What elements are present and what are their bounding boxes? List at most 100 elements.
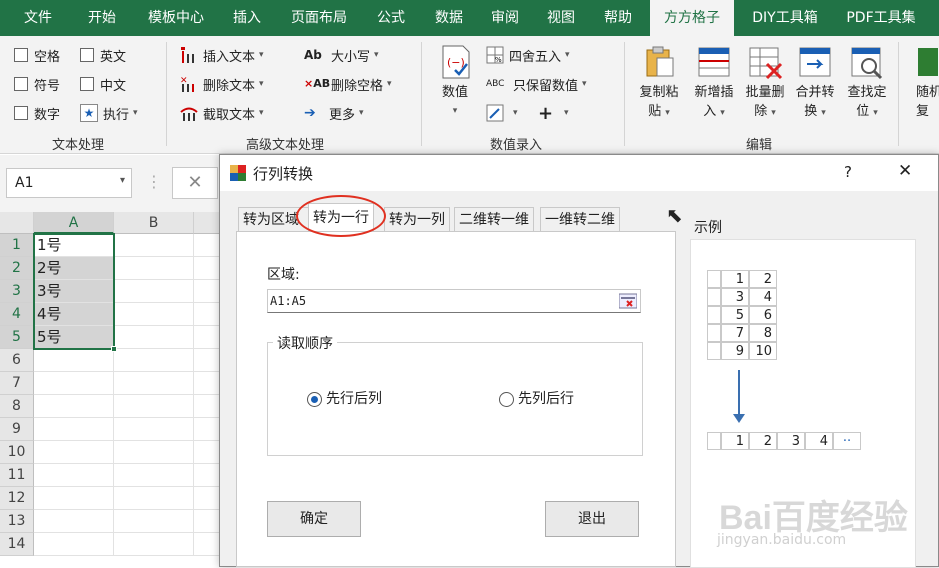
help-button[interactable]: ? [844,163,852,181]
row-header[interactable]: 14 [0,533,34,556]
plus-dropdown[interactable]: ▾ [560,102,569,124]
batch-delete-button[interactable]: 批量删除 ▾ [740,44,790,123]
ribbon-tab-bar: 文件 开始 模板中心 插入 页面布局 公式 数据 审阅 视图 帮助 方方格子 D… [0,0,939,36]
cell-b[interactable] [114,326,194,349]
delete-space-button[interactable]: ×AB 删除空格 ▾ [304,73,392,95]
cell-b[interactable] [114,234,194,257]
keep-value-button[interactable]: ABC 只保留数值 ▾ [486,73,587,95]
close-button[interactable]: ✕ [898,161,912,181]
radio-column-first[interactable]: 先列后行 [499,388,574,408]
row-header[interactable]: 5 [0,326,34,349]
cell-a[interactable] [34,487,114,510]
check-space[interactable]: 空格 [14,44,60,66]
round-button[interactable]: % 四舍五入 ▾ [486,44,570,66]
check-number[interactable]: 数字 [14,102,60,124]
exit-button[interactable]: 退出 [545,501,639,537]
cut-text-icon [180,104,198,122]
cell-b[interactable] [114,533,194,556]
tab-pdf-tools[interactable]: PDF工具集 [836,0,926,36]
tab-to-one-column[interactable]: 转为一列 [384,207,450,231]
row-header[interactable]: 7 [0,372,34,395]
row-header[interactable]: 1 [0,234,34,257]
cell-a[interactable] [34,510,114,533]
row-header[interactable]: 4 [0,303,34,326]
find-locate-button[interactable]: 查找定位 ▾ [842,44,892,123]
row-header[interactable]: 12 [0,487,34,510]
row-header[interactable]: 3 [0,280,34,303]
merge-convert-icon [797,44,833,80]
check-symbol[interactable]: 符号 [14,73,60,95]
tab-1d-to-2d[interactable]: 一维转二维 [540,207,620,231]
check-english[interactable]: 英文 [80,44,126,66]
tab-data[interactable]: 数据 [422,0,476,36]
row-header[interactable]: 11 [0,464,34,487]
tab-insert[interactable]: 插入 [220,0,274,36]
tab-formulas[interactable]: 公式 [364,0,418,36]
row-header[interactable]: 2 [0,257,34,280]
insert-text-button[interactable]: 插入文本 ▾ [180,44,264,66]
arrow-head [733,414,745,423]
cell-b[interactable] [114,372,194,395]
abc-icon: ABC [486,79,505,89]
row-header[interactable]: 10 [0,441,34,464]
delete-text-button[interactable]: ✕ 删除文本 ▾ [180,73,264,95]
select-all-corner[interactable] [0,212,34,234]
column-header-b[interactable]: B [114,212,194,234]
tab-template-center[interactable]: 模板中心 [136,0,216,36]
cell-b[interactable] [114,257,194,280]
row-header[interactable]: 9 [0,418,34,441]
tab-page-layout[interactable]: 页面布局 [278,0,360,36]
cell-b[interactable] [114,510,194,533]
row-header[interactable]: 6 [0,349,34,372]
tab-2d-to-1d[interactable]: 二维转一维 [454,207,534,231]
row-header[interactable]: 13 [0,510,34,533]
cell-b[interactable] [114,441,194,464]
more-button[interactable]: ➔ 更多 ▾ [304,102,364,124]
cell-a[interactable] [34,418,114,441]
random-button[interactable]: 随机复 [908,44,939,121]
cell-b[interactable] [114,303,194,326]
ok-button[interactable]: 确定 [267,501,361,537]
cell-b[interactable] [114,280,194,303]
value-button[interactable]: (−) 数值 ▾ [430,44,480,121]
tab-diy-toolbox[interactable]: DIY工具箱 [738,0,832,36]
example-result-cell: 4 [805,432,833,450]
cell-b[interactable] [114,464,194,487]
cell-b[interactable] [114,487,194,510]
cell-b[interactable] [114,418,194,441]
cell-a[interactable] [34,533,114,556]
tab-file[interactable]: 文件 [8,0,68,36]
range-picker-icon[interactable] [618,293,638,309]
cell-a[interactable] [34,441,114,464]
example-grid-cell: 8 [749,324,777,342]
cell-b[interactable] [114,395,194,418]
tab-home[interactable]: 开始 [72,0,132,36]
group-label-text: 文本处理 [52,138,105,153]
range-input[interactable]: A1:A5 [267,289,641,313]
cell-a[interactable] [34,349,114,372]
cell-b[interactable] [114,349,194,372]
cell-a[interactable] [34,372,114,395]
name-box[interactable]: A1 ▾ [6,168,132,198]
check-chinese[interactable]: 中文 [80,73,126,95]
cut-text-button[interactable]: 截取文本 ▾ [180,102,264,124]
tab-fangfanggezi[interactable]: 方方格子 [650,0,734,36]
plus-button[interactable]: + [538,102,553,124]
tab-view[interactable]: 视图 [534,0,588,36]
execute-button[interactable]: ★ 执行 ▾ [80,102,138,124]
cell-a[interactable] [34,464,114,487]
cancel-formula-button[interactable]: ✕ [172,167,218,199]
case-button[interactable]: Ab 大小写 ▾ [304,44,379,66]
fill-handle[interactable] [111,346,117,352]
row-header[interactable]: 8 [0,395,34,418]
column-header-a[interactable]: A [34,212,114,234]
tab-review[interactable]: 审阅 [478,0,532,36]
copy-paste-button[interactable]: 复制粘贴 ▾ [634,44,684,123]
merge-convert-button[interactable]: 合并转换 ▾ [790,44,840,123]
example-grid-cell: 10 [749,342,777,360]
insert-new-button[interactable]: 新增插入 ▾ [689,44,739,123]
radio-row-first[interactable]: 先行后列 [307,388,382,408]
cell-a[interactable] [34,395,114,418]
tab-help[interactable]: 帮助 [590,0,646,36]
formula-tool-button[interactable]: ▾ [486,102,518,124]
